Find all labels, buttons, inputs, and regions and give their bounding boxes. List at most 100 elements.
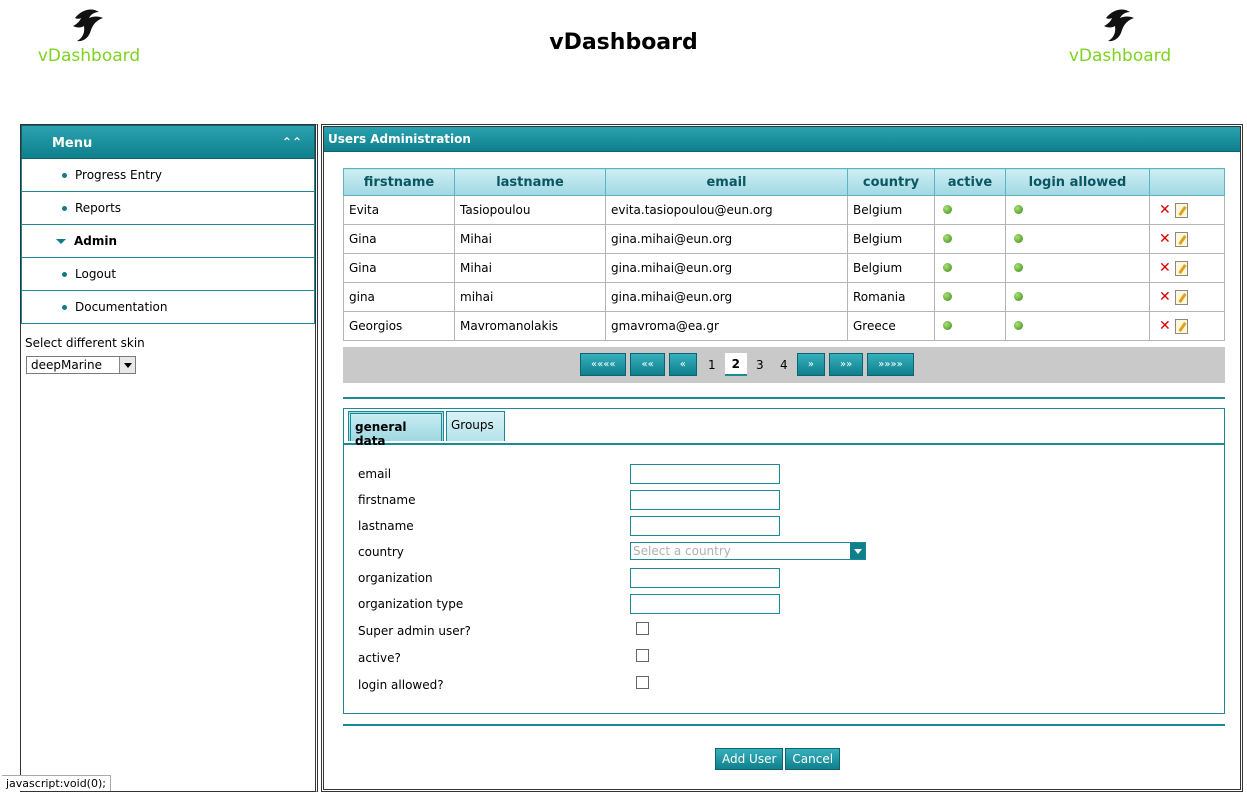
sidebar-item-label: Logout: [75, 267, 117, 281]
delete-icon[interactable]: ✕: [1159, 202, 1171, 218]
cell-lastname: Mihai: [454, 253, 606, 283]
column-header-firstname[interactable]: firstname: [343, 168, 455, 196]
email-field[interactable]: [630, 464, 780, 484]
active-checkbox[interactable]: [636, 649, 649, 662]
edit-icon[interactable]: [1174, 289, 1188, 305]
table-row[interactable]: gina mihai gina.mihai@eun.org Romania ✕: [343, 282, 1225, 312]
email-label: email: [358, 467, 392, 481]
status-active-icon: [1014, 263, 1023, 272]
super-admin-label: Super admin user?: [358, 624, 471, 638]
table-header-row: firstname lastname email country active …: [343, 168, 1225, 196]
cell-active: [934, 253, 1006, 283]
lastname-field[interactable]: [630, 516, 780, 536]
bullet-icon: [62, 172, 67, 178]
tab-groups[interactable]: Groups: [446, 411, 505, 441]
cell-actions: ✕: [1149, 195, 1225, 225]
page-number-current[interactable]: 2: [724, 353, 747, 376]
edit-icon[interactable]: [1174, 260, 1188, 276]
country-label: country: [358, 545, 404, 559]
delete-icon[interactable]: ✕: [1159, 260, 1171, 276]
firstname-field[interactable]: [630, 490, 780, 510]
cell-active: [934, 311, 1006, 341]
cell-country: Romania: [847, 282, 935, 312]
collapse-icon[interactable]: ⌃⌃: [282, 135, 302, 149]
fast-next-button[interactable]: »»: [828, 353, 864, 376]
column-header-country[interactable]: country: [847, 168, 935, 196]
cancel-button[interactable]: Cancel: [785, 748, 841, 770]
country-select[interactable]: Select a country: [630, 542, 866, 560]
sidebar-item-logout[interactable]: Logout: [21, 258, 315, 291]
cell-email: evita.tasiopoulou@eun.org: [605, 195, 848, 225]
organization-label: organization: [358, 571, 433, 585]
logo-text: vDashboard: [1068, 46, 1172, 66]
column-header-lastname[interactable]: lastname: [454, 168, 606, 196]
sidebar-item-admin[interactable]: Admin: [21, 225, 315, 258]
login-allowed-checkbox[interactable]: [636, 676, 649, 689]
cell-firstname: gina: [343, 282, 455, 312]
cell-actions: ✕: [1149, 311, 1225, 341]
cell-login-allowed: [1005, 224, 1150, 254]
cell-active: [934, 195, 1006, 225]
chevron-down-icon[interactable]: [850, 543, 865, 559]
page-number[interactable]: 3: [749, 353, 771, 376]
cell-firstname: Gina: [343, 253, 455, 283]
edit-icon[interactable]: [1174, 231, 1188, 247]
cell-country: Greece: [847, 311, 935, 341]
sidebar-item-label: Reports: [75, 201, 122, 215]
table-row[interactable]: Gina Mihai gina.mihai@eun.org Belgium ✕: [343, 224, 1225, 254]
bird-logo-icon: [1104, 9, 1134, 42]
edit-icon[interactable]: [1174, 202, 1188, 218]
cell-lastname: Tasiopoulou: [454, 195, 606, 225]
add-user-button[interactable]: Add User: [715, 748, 784, 770]
last-page-button[interactable]: »»»»: [867, 353, 914, 376]
column-header-login-allowed[interactable]: login allowed: [1005, 168, 1150, 196]
delete-icon[interactable]: ✕: [1159, 231, 1171, 247]
status-active-icon: [943, 292, 952, 301]
status-active-icon: [943, 263, 952, 272]
form-actions: Add User Cancel: [715, 748, 842, 770]
delete-icon[interactable]: ✕: [1159, 289, 1171, 305]
edit-icon[interactable]: [1174, 318, 1188, 334]
cell-active: [934, 224, 1006, 254]
firstname-label: firstname: [358, 493, 416, 507]
delete-icon[interactable]: ✕: [1159, 318, 1171, 334]
sidebar-item-documentation[interactable]: Documentation: [21, 291, 315, 324]
cell-country: Belgium: [847, 195, 935, 225]
organization-field[interactable]: [630, 568, 780, 588]
cell-lastname: mihai: [454, 282, 606, 312]
cell-firstname: Evita: [343, 195, 455, 225]
column-header-active[interactable]: active: [934, 168, 1006, 196]
menu-header[interactable]: Menu ⌃⌃: [21, 125, 315, 159]
login-allowed-label: login allowed?: [358, 678, 444, 692]
sidebar-item-progress-entry[interactable]: Progress Entry: [21, 159, 315, 192]
bullet-icon: [62, 304, 67, 310]
first-page-button[interactable]: ««««: [580, 353, 627, 376]
cell-login-allowed: [1005, 282, 1150, 312]
cell-login-allowed: [1005, 253, 1150, 283]
table-row[interactable]: Georgios Mavromanolakis gmavroma@ea.gr G…: [343, 311, 1225, 341]
column-header-email[interactable]: email: [605, 168, 848, 196]
sidebar-item-label: Progress Entry: [75, 168, 162, 182]
menu-title: Menu: [52, 136, 93, 151]
status-active-icon: [1014, 234, 1023, 243]
table-row[interactable]: Evita Tasiopoulou evita.tasiopoulou@eun.…: [343, 195, 1225, 225]
tabs-bar: general data Groups: [344, 409, 1224, 448]
cell-login-allowed: [1005, 311, 1150, 341]
chevron-down-icon[interactable]: [119, 357, 135, 373]
divider: [343, 397, 1225, 399]
organization-type-field[interactable]: [630, 594, 780, 614]
cell-login-allowed: [1005, 195, 1150, 225]
prev-page-button[interactable]: «: [668, 353, 697, 376]
page-number[interactable]: 4: [773, 353, 795, 376]
cell-email: gmavroma@ea.gr: [605, 311, 848, 341]
next-page-button[interactable]: »: [796, 353, 825, 376]
skin-select[interactable]: deepMarine: [26, 356, 136, 374]
tab-general-data[interactable]: general data: [348, 411, 444, 448]
fast-prev-button[interactable]: ««: [630, 353, 665, 376]
table-row[interactable]: Gina Mihai gina.mihai@eun.org Belgium ✕: [343, 253, 1225, 283]
cell-email: gina.mihai@eun.org: [605, 224, 848, 254]
page-number[interactable]: 1: [701, 353, 723, 376]
sidebar-item-reports[interactable]: Reports: [21, 192, 315, 225]
super-admin-checkbox[interactable]: [636, 622, 649, 635]
cell-country: Belgium: [847, 224, 935, 254]
